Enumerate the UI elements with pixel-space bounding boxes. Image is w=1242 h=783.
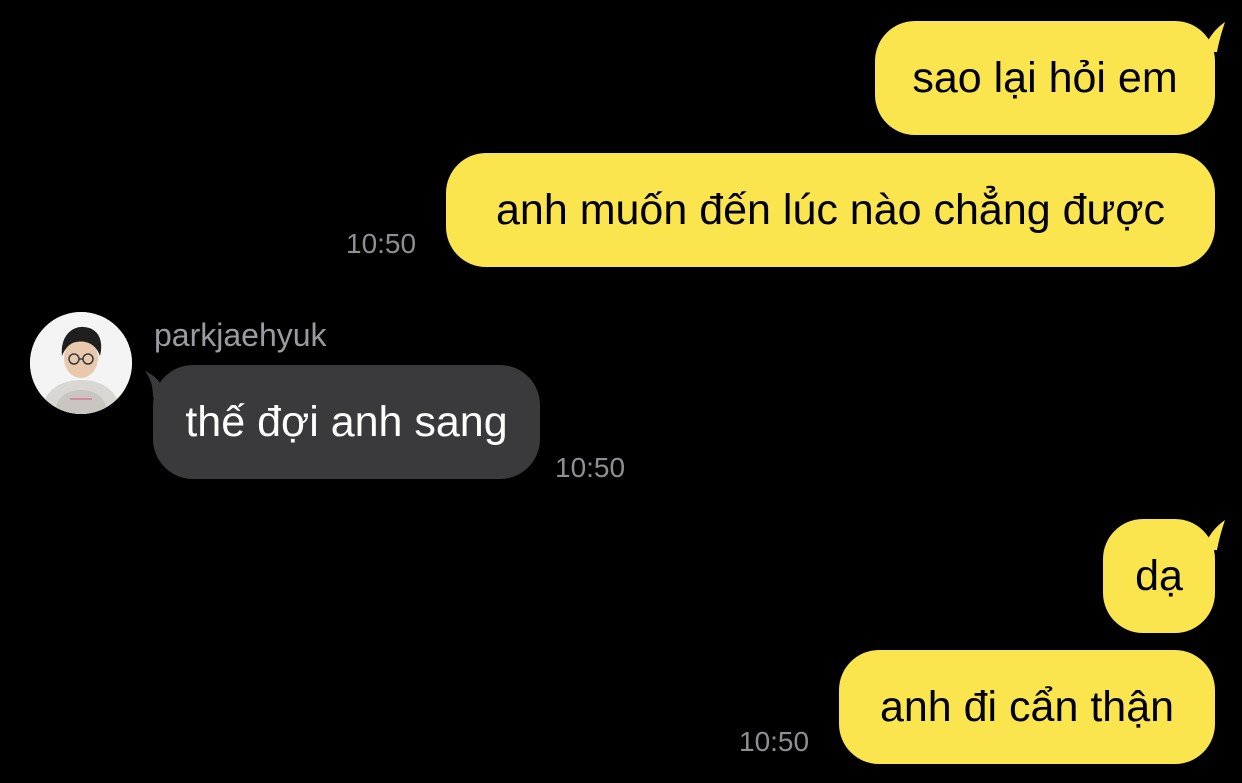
message-timestamp: 10:50 [739,726,810,757]
message-bubble-incoming[interactable]: thế đợi anh sang [153,365,540,479]
avatar[interactable] [30,312,132,414]
message-bubble-outgoing[interactable]: anh đi cẩn thận [839,650,1215,764]
message-bubble-outgoing[interactable]: anh muốn đến lúc nào chẳng được [446,153,1215,267]
message-timestamp: 10:50 [555,452,626,483]
message-bubble-outgoing[interactable]: dạ [1103,519,1215,633]
message-bubble-outgoing[interactable]: sao lại hỏi em [875,21,1215,135]
message-timestamp: 10:50 [346,228,417,259]
sender-name: parkjaehyuk [154,317,327,353]
user-avatar-icon [30,312,132,414]
